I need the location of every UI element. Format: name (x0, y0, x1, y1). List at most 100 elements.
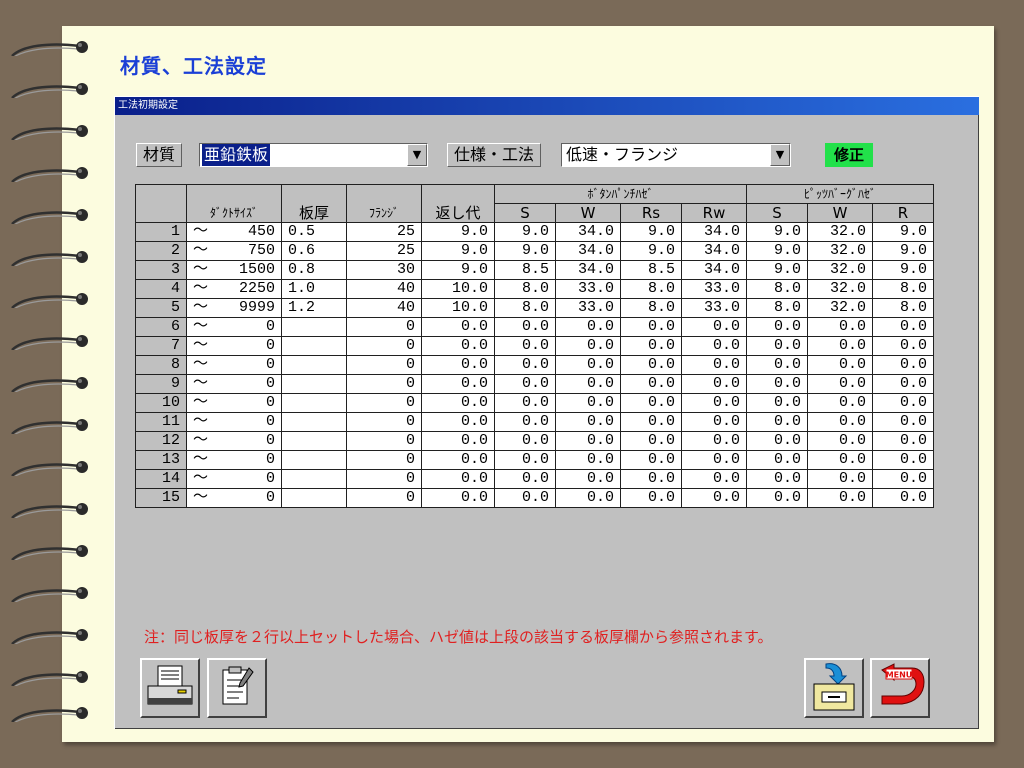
cell-bp-s[interactable]: 9.0 (494, 241, 556, 261)
chevron-down-icon[interactable]: ▼ (407, 144, 427, 166)
cell-bp-s[interactable]: 0.0 (494, 317, 556, 337)
cell-bp-rw[interactable]: 0.0 (681, 393, 747, 413)
cell-bp-s[interactable]: 0.0 (494, 374, 556, 394)
cell-bp-w[interactable]: 34.0 (555, 222, 621, 242)
cell-pt-s[interactable]: 0.0 (746, 431, 808, 451)
cell-bp-rs[interactable]: 0.0 (620, 374, 682, 394)
cell-duct-size[interactable]: ～ 0 (186, 393, 282, 413)
cell-bp-s[interactable]: 0.0 (494, 393, 556, 413)
material-dropdown[interactable]: 亜鉛鉄板 ▼ (199, 143, 428, 167)
cell-thickness[interactable] (281, 393, 347, 413)
cell-bp-s[interactable]: 0.0 (494, 336, 556, 356)
cell-flange[interactable]: 0 (346, 450, 422, 470)
cell-bp-rw[interactable]: 0.0 (681, 488, 747, 508)
cell-bp-rw[interactable]: 0.0 (681, 374, 747, 394)
cell-bp-rw[interactable]: 0.0 (681, 336, 747, 356)
cell-duct-size[interactable]: ～ 0 (186, 336, 282, 356)
cell-bp-w[interactable]: 0.0 (555, 450, 621, 470)
cell-bp-rs[interactable]: 8.0 (620, 298, 682, 318)
cell-bp-rs[interactable]: 0.0 (620, 488, 682, 508)
cell-return[interactable]: 0.0 (421, 412, 495, 432)
menu-button[interactable]: MENU (870, 658, 930, 718)
cell-return[interactable]: 0.0 (421, 317, 495, 337)
cell-return[interactable]: 9.0 (421, 222, 495, 242)
cell-pt-s[interactable]: 0.0 (746, 488, 808, 508)
cell-bp-rs[interactable]: 8.5 (620, 260, 682, 280)
cell-pt-r[interactable]: 8.0 (872, 279, 934, 299)
cell-return[interactable]: 9.0 (421, 260, 495, 280)
cell-flange[interactable]: 25 (346, 241, 422, 261)
cell-duct-size[interactable]: ～ 0 (186, 488, 282, 508)
cell-bp-rw[interactable]: 0.0 (681, 412, 747, 432)
cell-bp-w[interactable]: 0.0 (555, 374, 621, 394)
cell-bp-w[interactable]: 0.0 (555, 355, 621, 375)
cell-bp-rw[interactable]: 34.0 (681, 222, 747, 242)
cell-flange[interactable]: 0 (346, 317, 422, 337)
cell-duct-size[interactable]: ～ 450 (186, 222, 282, 242)
cell-pt-w[interactable]: 0.0 (807, 412, 873, 432)
cell-return[interactable]: 0.0 (421, 336, 495, 356)
cell-thickness[interactable] (281, 412, 347, 432)
cell-thickness[interactable] (281, 336, 347, 356)
form-button[interactable] (207, 658, 267, 718)
cell-bp-rs[interactable]: 0.0 (620, 412, 682, 432)
cell-flange[interactable]: 0 (346, 336, 422, 356)
cell-flange[interactable]: 0 (346, 469, 422, 489)
cell-pt-s[interactable]: 8.0 (746, 279, 808, 299)
cell-pt-r[interactable]: 0.0 (872, 412, 934, 432)
cell-bp-w[interactable]: 0.0 (555, 393, 621, 413)
cell-pt-w[interactable]: 32.0 (807, 222, 873, 242)
cell-duct-size[interactable]: ～ 0 (186, 450, 282, 470)
cell-pt-w[interactable]: 0.0 (807, 488, 873, 508)
cell-bp-w[interactable]: 33.0 (555, 279, 621, 299)
cell-pt-s[interactable]: 0.0 (746, 469, 808, 489)
cell-duct-size[interactable]: ～ 750 (186, 241, 282, 261)
cell-pt-s[interactable]: 0.0 (746, 412, 808, 432)
cell-flange[interactable]: 0 (346, 374, 422, 394)
cell-pt-s[interactable]: 9.0 (746, 260, 808, 280)
cell-duct-size[interactable]: ～ 0 (186, 355, 282, 375)
cell-pt-w[interactable]: 32.0 (807, 298, 873, 318)
save-button[interactable] (804, 658, 864, 718)
cell-bp-s[interactable]: 0.0 (494, 412, 556, 432)
cell-bp-w[interactable]: 33.0 (555, 298, 621, 318)
cell-thickness[interactable] (281, 450, 347, 470)
cell-bp-w[interactable]: 0.0 (555, 469, 621, 489)
cell-bp-w[interactable]: 0.0 (555, 488, 621, 508)
cell-bp-w[interactable]: 0.0 (555, 336, 621, 356)
cell-pt-s[interactable]: 9.0 (746, 241, 808, 261)
cell-bp-s[interactable]: 8.0 (494, 298, 556, 318)
cell-bp-w[interactable]: 0.0 (555, 431, 621, 451)
cell-bp-rs[interactable]: 9.0 (620, 241, 682, 261)
cell-bp-s[interactable]: 8.5 (494, 260, 556, 280)
cell-pt-r[interactable]: 0.0 (872, 393, 934, 413)
cell-bp-s[interactable]: 0.0 (494, 450, 556, 470)
cell-flange[interactable]: 25 (346, 222, 422, 242)
cell-pt-r[interactable]: 9.0 (872, 222, 934, 242)
cell-bp-rw[interactable]: 0.0 (681, 355, 747, 375)
cell-bp-rs[interactable]: 0.0 (620, 431, 682, 451)
cell-bp-rw[interactable]: 33.0 (681, 279, 747, 299)
cell-bp-s[interactable]: 9.0 (494, 222, 556, 242)
cell-return[interactable]: 0.0 (421, 393, 495, 413)
cell-pt-r[interactable]: 0.0 (872, 488, 934, 508)
cell-pt-w[interactable]: 0.0 (807, 469, 873, 489)
cell-duct-size[interactable]: ～ 2250 (186, 279, 282, 299)
cell-bp-rs[interactable]: 0.0 (620, 393, 682, 413)
cell-pt-r[interactable]: 9.0 (872, 260, 934, 280)
cell-return[interactable]: 0.0 (421, 374, 495, 394)
cell-return[interactable]: 0.0 (421, 355, 495, 375)
cell-pt-w[interactable]: 32.0 (807, 241, 873, 261)
cell-bp-rw[interactable]: 0.0 (681, 431, 747, 451)
chevron-down-icon[interactable]: ▼ (770, 144, 790, 166)
cell-flange[interactable]: 0 (346, 431, 422, 451)
cell-flange[interactable]: 30 (346, 260, 422, 280)
cell-pt-s[interactable]: 9.0 (746, 222, 808, 242)
cell-bp-w[interactable]: 34.0 (555, 260, 621, 280)
cell-bp-rs[interactable]: 0.0 (620, 336, 682, 356)
cell-bp-rs[interactable]: 9.0 (620, 222, 682, 242)
cell-bp-rw[interactable]: 0.0 (681, 469, 747, 489)
cell-pt-s[interactable]: 0.0 (746, 374, 808, 394)
cell-flange[interactable]: 0 (346, 355, 422, 375)
cell-return[interactable]: 0.0 (421, 450, 495, 470)
